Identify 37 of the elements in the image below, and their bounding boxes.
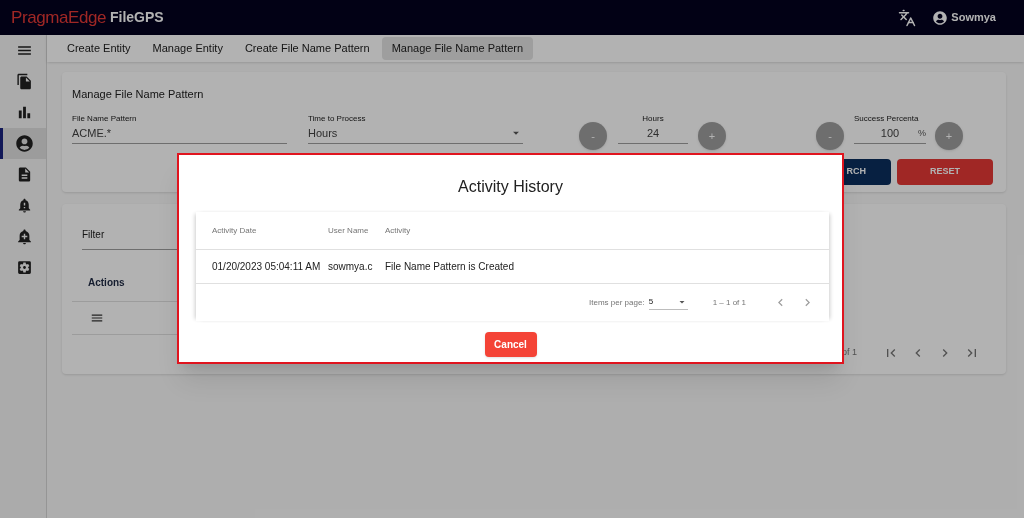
percent-sign: %	[918, 126, 926, 140]
settings-icon	[16, 259, 33, 276]
cancel-button[interactable]: Cancel	[484, 332, 537, 357]
items-per-page-select[interactable]: 5	[648, 295, 688, 310]
bar-chart-icon	[16, 104, 33, 121]
document-icon	[16, 166, 33, 183]
column-header: Actions	[88, 275, 125, 290]
tab[interactable]: Create Entity	[57, 37, 141, 60]
translate-icon[interactable]	[898, 8, 917, 27]
dialog-title: Activity History	[458, 177, 563, 197]
account-icon	[16, 135, 33, 152]
table-cell-text: 01/20/2023 05:04:11 AM	[212, 260, 322, 274]
success-percentage-field[interactable]: Success Percenta 100 %	[854, 112, 926, 144]
sidebar-item[interactable]	[0, 128, 46, 159]
files-icon	[16, 73, 33, 90]
tab[interactable]: Create File Name Pattern	[234, 37, 380, 60]
tab[interactable]: Manage File Name Pattern	[381, 37, 534, 60]
items-per-page-label: Items per page:	[589, 296, 645, 309]
time-to-process-select[interactable]: Time to Process Hours	[308, 112, 523, 144]
bell-alert-icon	[16, 197, 33, 214]
brand-logo: PragmaEdge	[11, 6, 106, 29]
filter-field[interactable]: Filter	[82, 229, 105, 240]
hours-field[interactable]: Hours 24	[618, 112, 688, 144]
table-cell-text: File Name Pattern is Created	[385, 260, 514, 274]
column-header: Activity	[385, 224, 411, 237]
column-header: Activity Date	[212, 224, 258, 237]
reset-button[interactable]: RESET	[897, 159, 993, 185]
tab[interactable]: Manage Entity	[142, 37, 233, 60]
page-range: 1 – 1 of 1	[712, 296, 746, 309]
file-name-pattern-field[interactable]: File Name Pattern ACME.*	[72, 112, 287, 144]
card-title: Manage File Name Pattern	[72, 87, 205, 102]
table-cell-text: sowmya.c	[328, 260, 374, 274]
column-header: User Name	[328, 224, 370, 237]
account-icon[interactable]	[933, 10, 948, 25]
user-name[interactable]: Sowmya	[951, 9, 996, 26]
bell-plus-icon	[16, 228, 33, 245]
app-name: FileGPS	[110, 8, 164, 27]
